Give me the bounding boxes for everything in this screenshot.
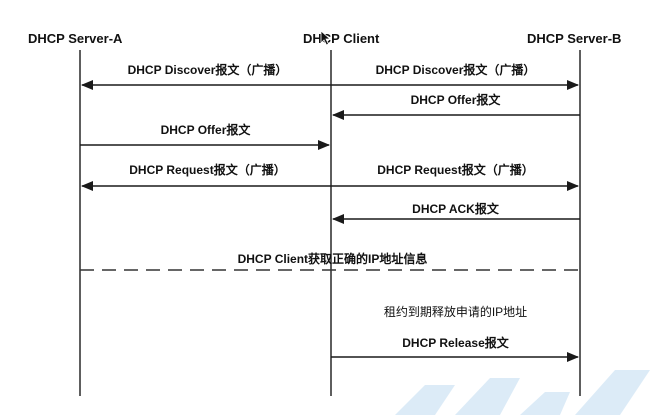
dhcp-sequence-diagram: DHCP Server-A DHCP Client DHCP Server-B … (0, 0, 665, 415)
label-request-left: DHCP Request报文（广播） (129, 163, 286, 177)
label-offer-b: DHCP Offer报文 (410, 93, 501, 107)
label-discover-left: DHCP Discover报文（广播） (127, 63, 288, 77)
participant-server-b: DHCP Server-B (527, 31, 622, 46)
label-offer-a: DHCP Offer报文 (160, 123, 251, 137)
label-ip-obtained: DHCP Client获取正确的IP地址信息 (237, 252, 428, 266)
cursor-icon (320, 30, 332, 46)
label-discover-right: DHCP Discover报文（广播） (375, 63, 536, 77)
label-request-right: DHCP Request报文（广播） (377, 163, 534, 177)
watermark-shape (395, 370, 650, 415)
label-lease-note: 租约到期释放申请的IP地址 (383, 305, 528, 319)
participant-server-a: DHCP Server-A (28, 31, 123, 46)
participant-client: DHCP Client (303, 31, 380, 46)
label-release: DHCP Release报文 (402, 336, 509, 350)
label-ack-b: DHCP ACK报文 (412, 202, 499, 216)
